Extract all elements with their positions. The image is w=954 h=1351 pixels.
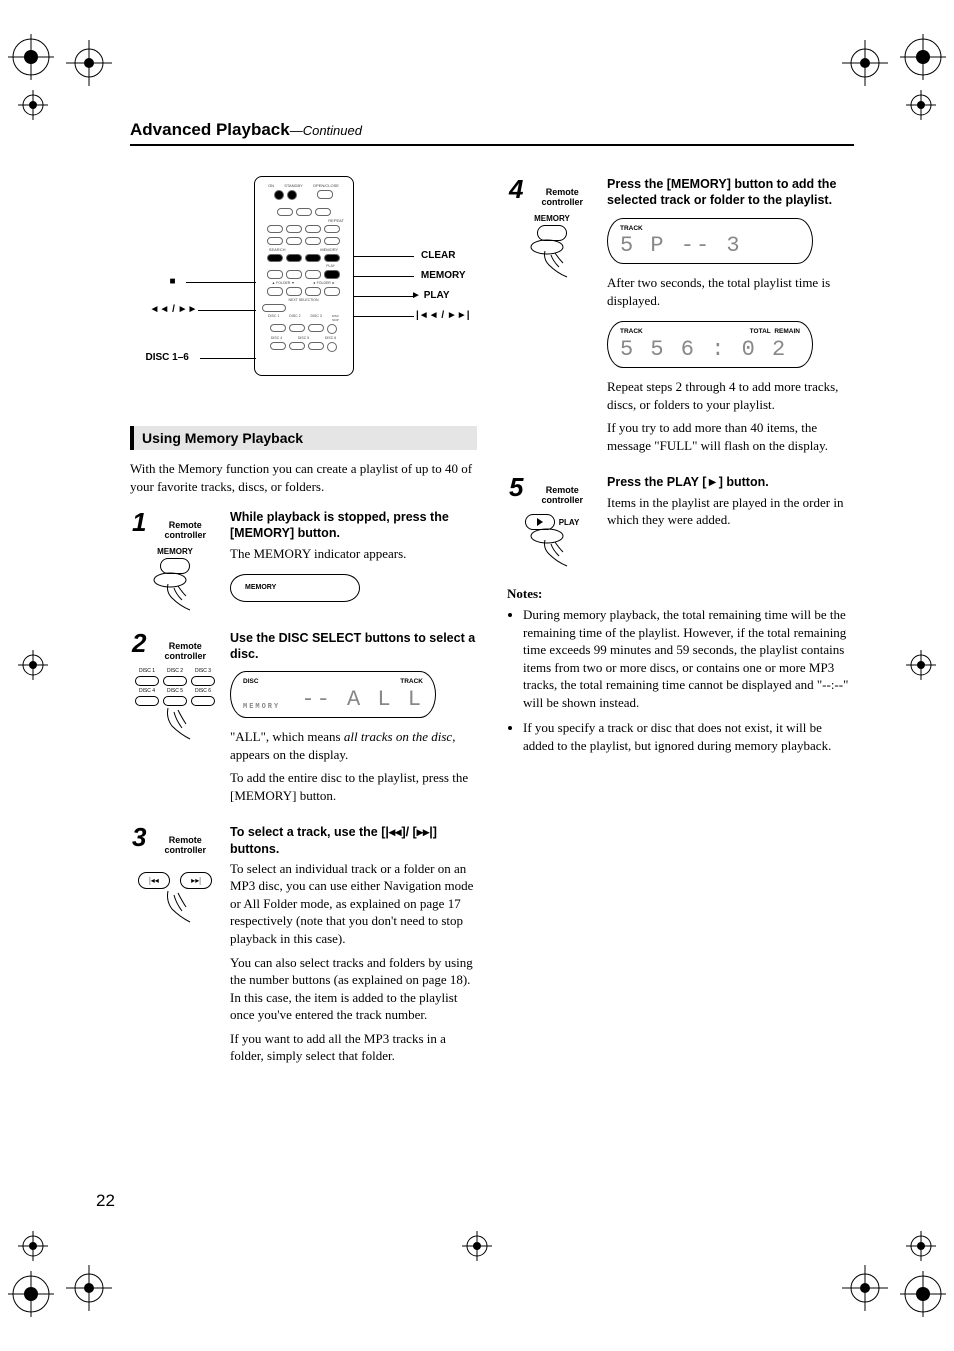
step-body-text: Repeat steps 2 through 4 to add more tra…	[607, 378, 854, 413]
lcd-display-icon: MEMORY	[230, 574, 360, 601]
notes-title: Notes:	[507, 586, 854, 602]
step-title: Press the PLAY [►] button.	[607, 474, 854, 490]
step-body-text: If you try to add more than 40 items, th…	[607, 419, 854, 454]
step-body-text: If you want to add all the MP3 tracks in…	[230, 1030, 477, 1065]
callout-play: ► PLAY	[411, 290, 449, 301]
step-title: Press the [MEMORY] button to add the sel…	[607, 176, 854, 209]
callout-memory: MEMORY	[421, 270, 466, 281]
intro-text: With the Memory function you can create …	[130, 460, 477, 495]
hand-press-icon	[150, 572, 200, 612]
callout-track: |◄◄ / ►►|	[416, 310, 470, 321]
lcd-display-icon: DISCTRACK MEMORY--A L L	[230, 671, 436, 718]
memory-label: MEMORY	[150, 547, 200, 556]
step-body-text: The MEMORY indicator appears.	[230, 545, 477, 563]
header-title: Advanced Playback	[130, 120, 290, 139]
step-number: 1	[132, 509, 146, 535]
step-3: 3 Remote controller |◂◂▸▸| To select a t…	[130, 824, 477, 1071]
disc-select-icon: DISC 1DISC 2DISC 3 DISC 4DISC 5DISC 6	[135, 668, 215, 706]
step-number: 3	[132, 824, 146, 850]
step-body-text: To add the entire disc to the playlist, …	[230, 769, 477, 804]
step-title: Use the DISC SELECT buttons to select a …	[230, 630, 477, 663]
callout-skip: ◄◄ / ►►	[150, 304, 198, 315]
lcd-display-icon: TRACK 5 P -- 3	[607, 218, 813, 265]
callout-clear: CLEAR	[421, 250, 455, 261]
hand-press-icon	[150, 702, 200, 742]
page-number: 22	[96, 1191, 115, 1211]
step-body-text: You can also select tracks and folders b…	[230, 954, 477, 1024]
step-sub: Remote controller	[527, 486, 597, 506]
callout-stop-icon: ■	[170, 276, 176, 287]
callout-disc: DISC 1–6	[146, 352, 189, 363]
notes-list: During memory playback, the total remain…	[507, 606, 854, 754]
play-label: PLAY	[559, 518, 580, 527]
note-item: During memory playback, the total remain…	[523, 606, 854, 711]
step-sub: Remote controller	[150, 642, 220, 662]
lcd-display-icon: TRACKTOTAL REMAIN 5 5 6 : 0 2	[607, 321, 813, 368]
memory-label: MEMORY	[527, 214, 577, 223]
step-body-text: Items in the playlist are played in the …	[607, 494, 854, 529]
remote-diagram: ■ ◄◄ / ►► DISC 1–6 CLEAR MEMORY ► PLAY |…	[174, 176, 434, 396]
step-1: 1 Remote controller MEMORY While playbac…	[130, 509, 477, 616]
hand-press-icon	[150, 885, 200, 925]
section-title: Using Memory Playback	[130, 426, 477, 450]
step-sub: Remote controller	[150, 521, 220, 541]
page-header: Advanced Playback—Continued	[130, 120, 854, 146]
hand-press-icon	[527, 239, 577, 279]
step-title: While playback is stopped, press the [ME…	[230, 509, 477, 542]
step-5: 5 Remote controller PLAY Press the PLAY …	[507, 474, 854, 572]
note-item: If you specify a track or disc that does…	[523, 719, 854, 754]
step-number: 5	[509, 474, 523, 500]
step-body-text: "ALL", which means all tracks on the dis…	[230, 728, 477, 763]
step-2: 2 Remote controller DISC 1DISC 2DISC 3 D…	[130, 630, 477, 810]
step-number: 4	[509, 176, 523, 202]
step-title: To select a track, use the [|◂◂]/ [▸▸|] …	[230, 824, 477, 857]
step-4: 4 Remote controller MEMORY Press the [ME…	[507, 176, 854, 460]
step-body-text: To select an individual track or a folde…	[230, 860, 477, 948]
step-sub: Remote controller	[527, 188, 597, 208]
step-body-text: After two seconds, the total playlist ti…	[607, 274, 854, 309]
header-continued: —Continued	[290, 123, 362, 138]
step-sub: Remote controller	[150, 836, 220, 856]
step-number: 2	[132, 630, 146, 656]
hand-press-icon	[527, 528, 577, 568]
remote-outline-icon: ONSTANDBYOPEN/CLOSE REPEAT SEARCHMEMORY …	[254, 176, 354, 376]
